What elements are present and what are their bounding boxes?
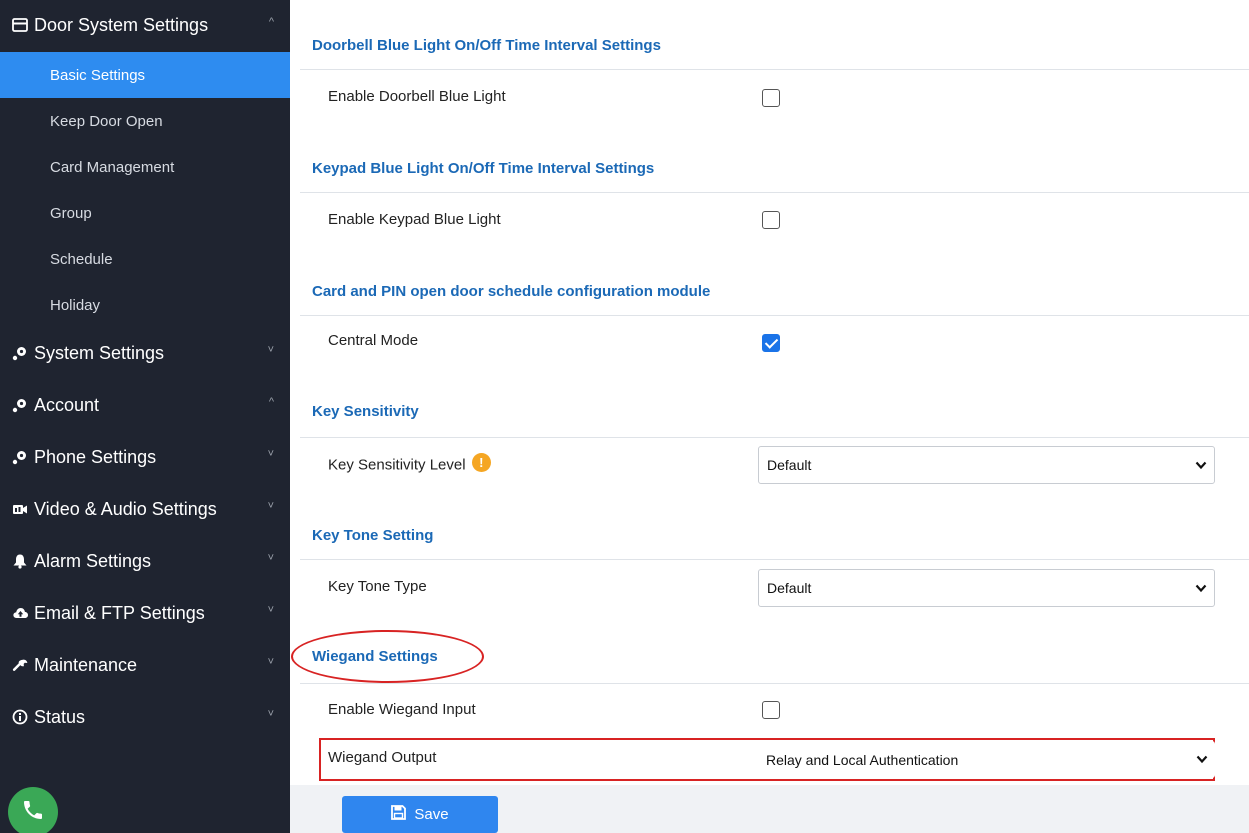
section-title-doorbell: Doorbell Blue Light On/Off Time Interval… [312,37,661,54]
chevron-down-icon: ˅ [267,604,274,616]
sidebar-item-card-management[interactable]: Card Management [0,144,290,190]
section-title-card-pin: Card and PIN open door schedule configur… [312,283,711,300]
wrench-icon [10,657,30,673]
card-reader-icon [10,18,30,32]
chevron-down-icon: ˅ [267,448,274,460]
central-mode-checkbox[interactable] [762,334,780,352]
enable-doorbell-blue-light-checkbox[interactable] [762,89,780,107]
divider [300,437,1249,438]
sidebar-group-status[interactable]: Status ˅ [0,692,290,742]
main-content: Doorbell Blue Light On/Off Time Interval… [290,0,1249,833]
select-value: Default [767,580,812,596]
sidebar-item-label: Card Management [50,158,175,176]
sidebar-group-email-ftp-settings[interactable]: Email & FTP Settings ˅ [0,588,290,638]
sidebar-item-schedule[interactable]: Schedule [0,236,290,282]
key-sensitivity-level-select[interactable]: Default [758,446,1215,484]
bell-icon [10,553,30,569]
enable-doorbell-blue-light-label: Enable Doorbell Blue Light [328,88,506,105]
save-button-label: Save [414,806,449,823]
section-title-key-sensitivity: Key Sensitivity [312,403,419,420]
sidebar-item-label: Basic Settings [50,66,146,84]
central-mode-label: Central Mode [328,332,419,349]
sidebar-group-video-audio-settings[interactable]: Video & Audio Settings ˅ [0,484,290,534]
chevron-down-icon: ˅ [267,656,274,668]
sidebar-item-label: Keep Door Open [50,112,163,130]
select-value: Relay and Local Authentication [766,751,959,768]
sidebar-group-label: Door System Settings [34,14,209,35]
sidebar-group-account[interactable]: Account ^ [0,380,290,430]
sidebar-group-system-settings[interactable]: System Settings ˅ [0,328,290,378]
sidebar-group-label: Phone Settings [34,446,157,467]
enable-wiegand-input-checkbox[interactable] [762,701,780,719]
enable-keypad-blue-light-label: Enable Keypad Blue Light [328,211,501,228]
floppy-disk-icon [391,805,414,824]
sidebar-group-alarm-settings[interactable]: Alarm Settings ˅ [0,536,290,586]
cloud-upload-icon [10,606,30,620]
select-value: Default [767,457,812,473]
divider [300,192,1249,193]
enable-keypad-blue-light-checkbox[interactable] [762,211,780,229]
chevron-down-icon [1194,581,1208,598]
sidebar: Door System Settings ^ Basic Settings Ke… [0,0,290,833]
sidebar-item-label: Schedule [50,250,113,268]
chevron-down-icon: ˅ [267,344,274,356]
section-title-keypad: Keypad Blue Light On/Off Time Interval S… [312,160,655,177]
sidebar-group-label: Maintenance [34,654,138,675]
chevron-down-icon: ˅ [267,552,274,564]
wiegand-output-label: Wiegand Output [328,749,437,766]
sidebar-group-phone-settings[interactable]: Phone Settings ˅ [0,432,290,482]
chevron-down-icon: ˅ [267,500,274,512]
video-audio-icon [10,502,30,516]
key-tone-type-label: Key Tone Type [328,578,427,595]
phone-icon [21,798,45,827]
sidebar-group-maintenance[interactable]: Maintenance ˅ [0,640,290,690]
sidebar-group-label: Status [34,706,86,727]
key-sensitivity-level-text: Key Sensitivity Level [328,456,466,474]
sidebar-group-door-system-settings[interactable]: Door System Settings ^ [0,0,290,50]
wiegand-output-select[interactable]: Relay and Local Authentication [758,741,1215,778]
key-sensitivity-level-label: Key Sensitivity Level ! [328,453,491,475]
settings-node-icon [10,449,30,465]
section-title-key-tone: Key Tone Setting [312,527,434,544]
chevron-up-icon: ^ [268,396,274,408]
sidebar-item-label: Holiday [50,296,101,314]
sidebar-group-label: Account [34,394,100,415]
enable-wiegand-input-label: Enable Wiegand Input [328,701,476,718]
settings-node-icon [10,345,30,361]
key-tone-type-select[interactable]: Default [758,569,1215,607]
sidebar-item-label: Group [50,204,92,222]
sidebar-item-basic-settings[interactable]: Basic Settings [0,52,290,98]
chevron-down-icon [1195,752,1209,769]
info-circle-icon [10,709,30,725]
chevron-down-icon: ˅ [267,708,274,720]
sidebar-group-label: Video & Audio Settings [34,498,217,519]
divider [300,315,1249,316]
sidebar-group-label: Email & FTP Settings [34,602,205,623]
divider [300,683,1249,684]
sidebar-item-group[interactable]: Group [0,190,290,236]
phone-call-button[interactable] [8,787,58,833]
footer-bar: Save [290,785,1249,833]
sidebar-group-label: System Settings [34,342,165,363]
chevron-down-icon [1194,458,1208,475]
chevron-up-icon: ^ [268,16,274,28]
sidebar-item-holiday[interactable]: Holiday [0,282,290,328]
save-button[interactable]: Save [342,796,498,833]
divider [300,559,1249,560]
divider [300,69,1249,70]
sidebar-item-keep-door-open[interactable]: Keep Door Open [0,98,290,144]
warning-info-icon[interactable]: ! [471,453,491,472]
sidebar-group-label: Alarm Settings [34,550,152,571]
section-title-wiegand: Wiegand Settings [312,648,438,665]
settings-node-icon [10,397,30,413]
